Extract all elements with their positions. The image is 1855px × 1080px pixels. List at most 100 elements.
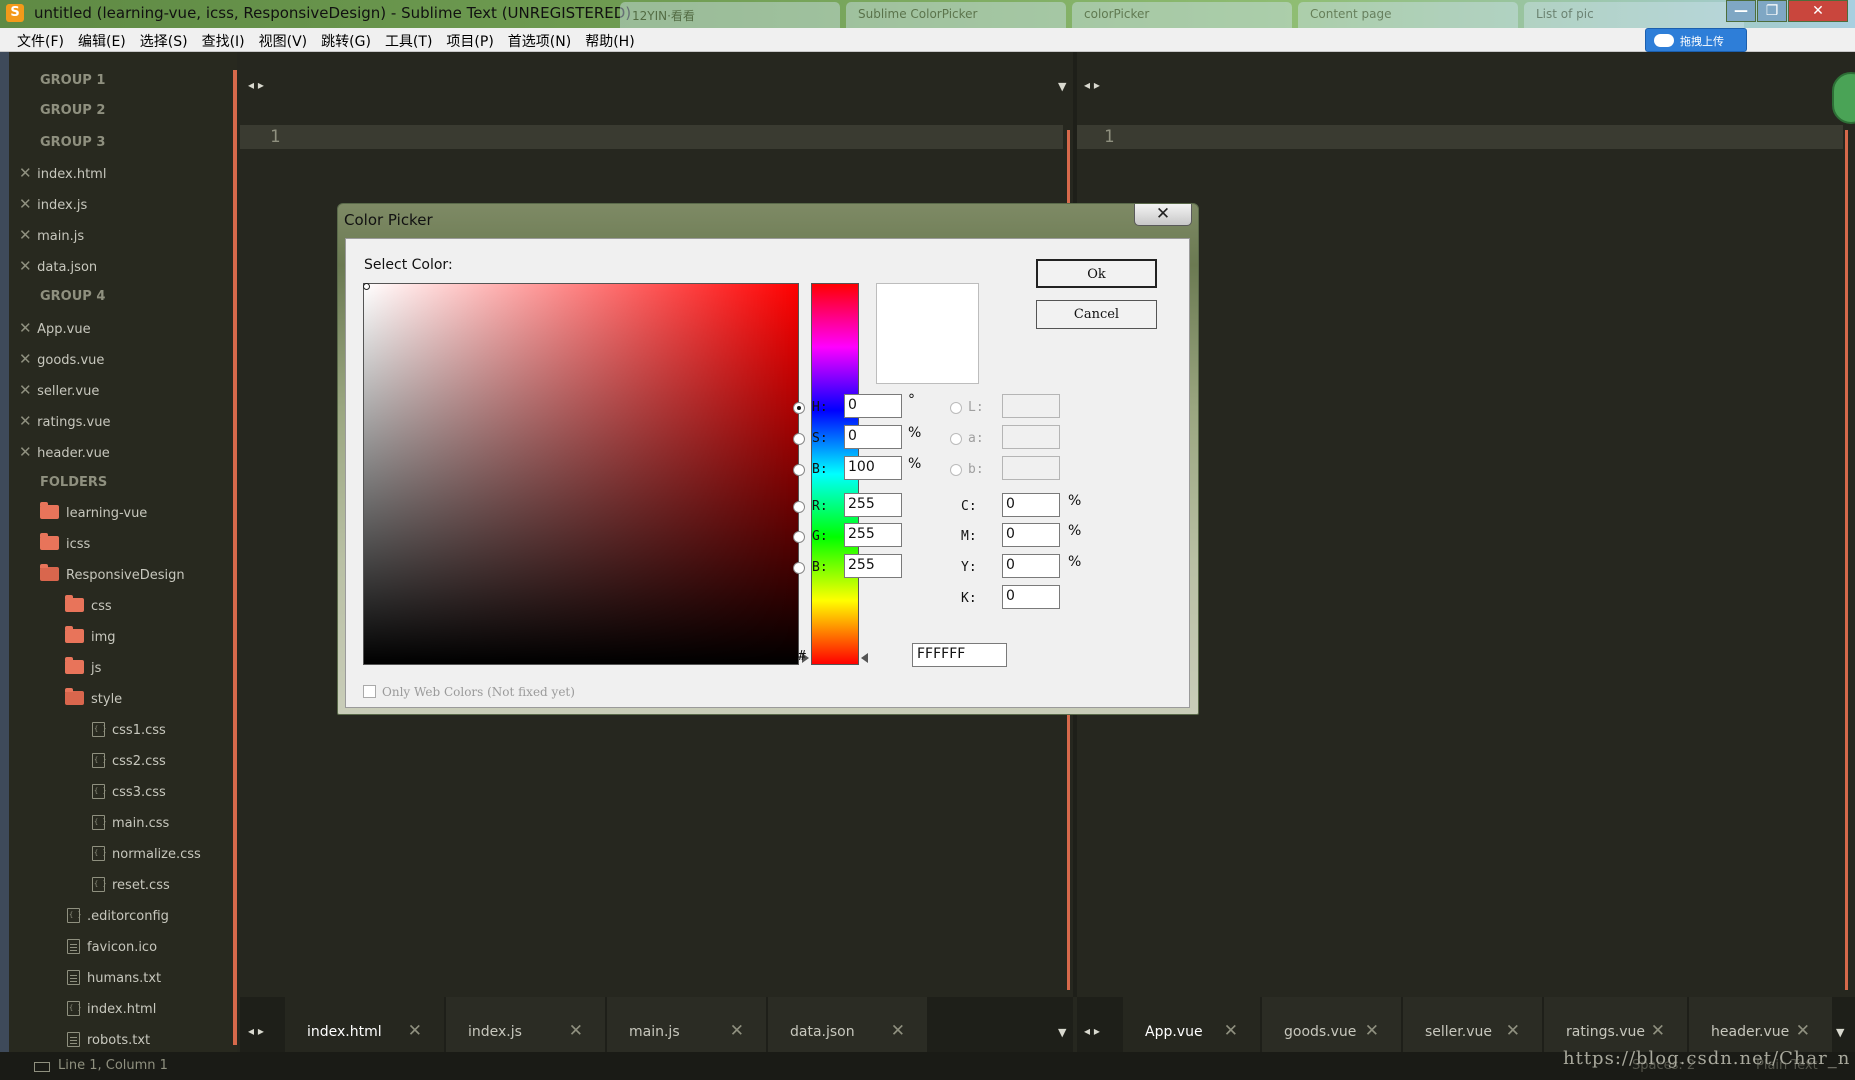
brightness-radio[interactable] [793, 464, 805, 476]
file-item[interactable]: robots.txt [67, 1028, 150, 1052]
file-item[interactable]: .editorconfig [67, 904, 169, 930]
folder-item[interactable]: js [65, 656, 101, 682]
open-file-item[interactable]: ✕ seller.vue [19, 377, 99, 403]
close-icon[interactable]: ✕ [1506, 1021, 1520, 1041]
close-icon[interactable]: ✕ [19, 160, 33, 186]
b-field[interactable] [1002, 456, 1060, 480]
l-field[interactable] [1002, 394, 1060, 418]
close-icon[interactable]: ✕ [1224, 1021, 1238, 1041]
cyan-field[interactable]: 0 [1002, 493, 1060, 517]
tab-list-dropdown[interactable]: ▼ [1058, 80, 1066, 93]
maximize-button[interactable]: ❐ [1757, 0, 1787, 22]
close-icon[interactable]: ✕ [19, 346, 33, 372]
panel-toggle-icon[interactable] [34, 1062, 50, 1072]
tab-item[interactable]: App.vue ✕ [1123, 997, 1261, 1052]
sidebar-group-header[interactable]: GROUP 2 [40, 98, 105, 124]
color-cursor[interactable] [363, 283, 370, 290]
tab-item[interactable]: main.js ✕ [607, 997, 767, 1052]
close-icon[interactable]: ✕ [19, 439, 33, 465]
close-icon[interactable]: ✕ [19, 377, 33, 403]
folder-item[interactable]: ResponsiveDesign [40, 563, 185, 589]
menu-tools[interactable]: 工具(T) [378, 28, 439, 51]
close-icon[interactable]: ✕ [730, 1021, 744, 1041]
upload-button[interactable]: 拖拽上传 [1645, 28, 1747, 52]
green-radio[interactable] [793, 531, 805, 543]
menu-find[interactable]: 查找(I) [195, 28, 252, 51]
sidebar-group-header[interactable]: GROUP 4 [40, 284, 105, 310]
tab-scroll-arrows[interactable]: ◂ ▸ [1084, 78, 1100, 92]
file-item[interactable]: reset.css [92, 873, 170, 899]
web-colors-checkbox[interactable] [363, 685, 376, 698]
close-icon[interactable]: ✕ [19, 315, 33, 341]
folder-item[interactable]: learning-vue [40, 501, 147, 527]
menu-view[interactable]: 视图(V) [252, 28, 315, 51]
tab-item[interactable]: seller.vue ✕ [1403, 997, 1543, 1052]
blue-radio[interactable] [793, 562, 805, 574]
tab-list-dropdown[interactable]: ▼ [1836, 1026, 1844, 1039]
hue-radio[interactable] [793, 402, 805, 414]
dialog-close-button[interactable]: ✕ [1134, 204, 1192, 226]
saturation-brightness-field[interactable] [363, 283, 799, 665]
close-icon[interactable]: ✕ [1651, 1021, 1665, 1041]
tab-item[interactable]: ratings.vue ✕ [1544, 997, 1688, 1052]
tab-scroll-arrows[interactable]: ◂ ▸ [248, 78, 264, 92]
menu-preferences[interactable]: 首选项(N) [501, 28, 578, 51]
menu-edit[interactable]: 编辑(E) [71, 28, 133, 51]
hue-field[interactable]: 0 [844, 394, 902, 418]
tab-item[interactable]: index.html ✕ [285, 997, 445, 1052]
close-window-button[interactable]: ✕ [1788, 0, 1848, 22]
green-field[interactable]: 255 [844, 523, 902, 547]
close-icon[interactable]: ✕ [19, 222, 33, 248]
blue-field[interactable]: 255 [844, 554, 902, 578]
tab-item[interactable]: header.vue ✕ [1689, 997, 1833, 1052]
open-file-item[interactable]: ✕ main.js [19, 222, 84, 248]
sidebar-group-header[interactable]: GROUP 1 [40, 68, 105, 94]
open-file-item[interactable]: ✕ App.vue [19, 315, 91, 341]
black-field[interactable]: 0 [1002, 585, 1060, 609]
yellow-field[interactable]: 0 [1002, 554, 1060, 578]
file-item[interactable]: css3.css [92, 780, 166, 806]
menu-selection[interactable]: 选择(S) [133, 28, 195, 51]
close-icon[interactable]: ✕ [19, 408, 33, 434]
tab-scroll-arrows[interactable]: ◂ ▸ [248, 1024, 264, 1038]
a-field[interactable] [1002, 425, 1060, 449]
file-item[interactable]: css2.css [92, 749, 166, 775]
tab-item[interactable]: index.js ✕ [446, 997, 606, 1052]
close-icon[interactable]: ✕ [408, 1021, 422, 1041]
hue-right-arrow-icon[interactable] [861, 653, 868, 663]
file-item[interactable]: index.html [67, 997, 156, 1023]
close-icon[interactable]: ✕ [1796, 1021, 1810, 1041]
close-icon[interactable]: ✕ [891, 1021, 905, 1041]
menu-file[interactable]: 文件(F) [10, 28, 71, 51]
tab-list-dropdown[interactable]: ▼ [1058, 1026, 1066, 1039]
tab-scroll-arrows[interactable]: ◂ ▸ [1084, 1024, 1100, 1038]
folder-item[interactable]: icss [40, 532, 90, 558]
saturation-radio[interactable] [793, 433, 805, 445]
folder-item[interactable]: img [65, 625, 116, 651]
pane-scrollbar[interactable] [1845, 130, 1848, 990]
saturation-field[interactable]: 0 [844, 425, 902, 449]
close-icon[interactable]: ✕ [569, 1021, 583, 1041]
file-item[interactable]: main.css [92, 811, 169, 837]
close-icon[interactable]: ✕ [19, 253, 33, 279]
file-item[interactable]: css1.css [92, 718, 166, 744]
menu-goto[interactable]: 跳转(G) [314, 28, 378, 51]
file-item[interactable]: normalize.css [92, 842, 201, 868]
l-radio[interactable] [950, 402, 962, 414]
open-file-item[interactable]: ✕ goods.vue [19, 346, 104, 372]
open-file-item[interactable]: ✕ data.json [19, 253, 97, 279]
b-radio[interactable] [950, 464, 962, 476]
close-icon[interactable]: ✕ [19, 191, 33, 217]
cancel-button[interactable]: Cancel [1036, 300, 1157, 329]
menu-project[interactable]: 项目(P) [439, 28, 500, 51]
red-field[interactable]: 255 [844, 493, 902, 517]
sidebar-group-header[interactable]: GROUP 3 [40, 130, 105, 156]
file-item[interactable]: humans.txt [67, 966, 161, 992]
open-file-item[interactable]: ✕ index.js [19, 191, 87, 217]
ok-button[interactable]: Ok [1036, 259, 1157, 288]
open-file-item[interactable]: ✕ ratings.vue [19, 408, 111, 434]
folder-item[interactable]: style [65, 687, 122, 713]
brightness-field[interactable]: 100 [844, 456, 902, 480]
hex-field[interactable]: FFFFFF [912, 643, 1007, 667]
magenta-field[interactable]: 0 [1002, 523, 1060, 547]
